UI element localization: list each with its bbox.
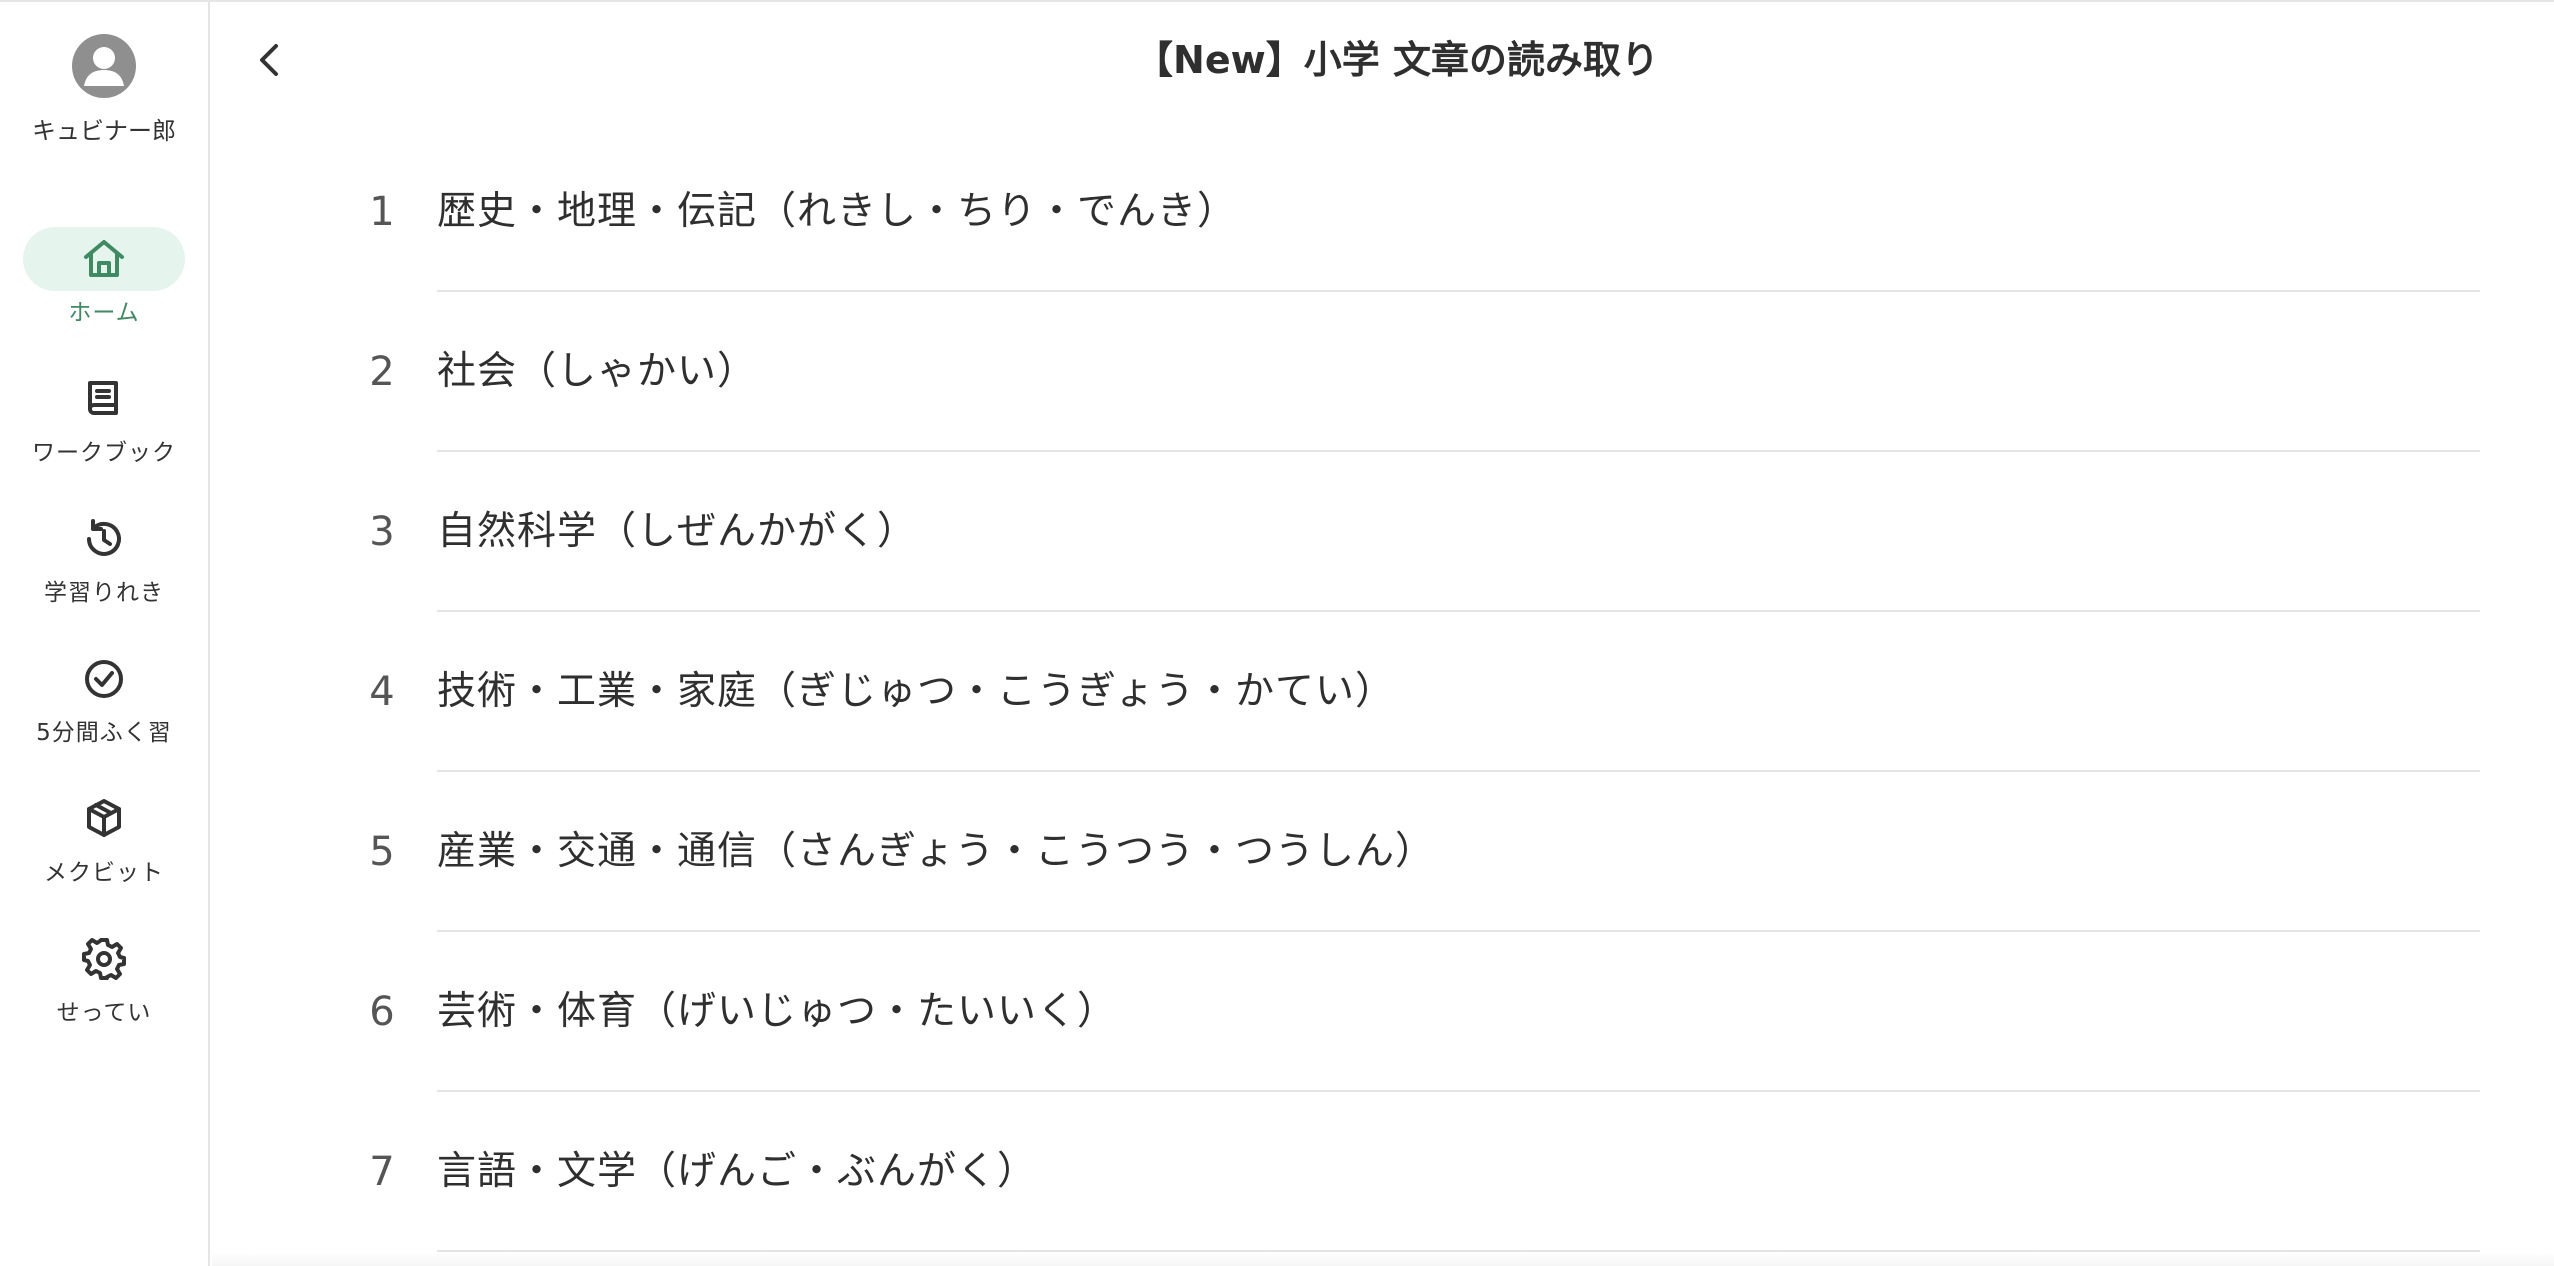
scroll-shadow	[212, 1252, 2554, 1266]
user-avatar-icon[interactable]	[72, 34, 136, 98]
list-item-label: 自然科学（しぜんかがく）	[437, 509, 918, 554]
list-item[interactable]: 2 社会（しゃかい）	[0, 292, 2554, 452]
list-item-number: 4	[369, 669, 395, 715]
list-item-number: 1	[369, 189, 395, 235]
list-item-number: 7	[369, 1149, 395, 1195]
page-title: 【New】小学 文章の読み取り	[1135, 38, 1659, 82]
list-item[interactable]: 4 技術・工業・家庭（ぎじゅつ・こうぎょう・かてい）	[0, 612, 2554, 772]
list-item[interactable]: 7 言語・文学（げんご・ぶんがく）	[0, 1092, 2554, 1252]
list-item[interactable]: 1 歴史・地理・伝記（れきし・ちり・でんき）	[0, 132, 2554, 292]
list-item-label: 歴史・地理・伝記（れきし・ちり・でんき）	[437, 189, 1238, 234]
app-window: キュビナー郎 ホーム ワークブック 学習りれき 5分間ふく習 メクビット せって…	[0, 0, 2554, 1266]
list-item[interactable]: 6 芸術・体育（げいじゅつ・たいいく）	[0, 932, 2554, 1092]
list-item-number: 3	[369, 509, 395, 555]
list-item-label: 言語・文学（げんご・ぶんがく）	[437, 1149, 1038, 1194]
list-item-label: 技術・工業・家庭（ぎじゅつ・こうぎょう・かてい）	[437, 669, 1396, 714]
list-item-number: 2	[369, 349, 395, 395]
list-item[interactable]: 3 自然科学（しぜんかがく）	[0, 452, 2554, 612]
list-item-number: 5	[369, 829, 395, 875]
list-item-number: 6	[369, 989, 395, 1035]
list-item[interactable]: 5 産業・交通・通信（さんぎょう・こうつう・つうしん）	[0, 772, 2554, 932]
list-item-label: 産業・交通・通信（さんぎょう・こうつう・つうしん）	[437, 829, 1436, 874]
list-item-label: 社会（しゃかい）	[437, 349, 758, 394]
profile[interactable]: キュビナー郎	[0, 34, 208, 146]
list-item-label: 芸術・体育（げいじゅつ・たいいく）	[437, 989, 1118, 1034]
category-list: 1 歴史・地理・伝記（れきし・ちり・でんき） 2 社会（しゃかい） 3 自然科学…	[0, 132, 2554, 1252]
